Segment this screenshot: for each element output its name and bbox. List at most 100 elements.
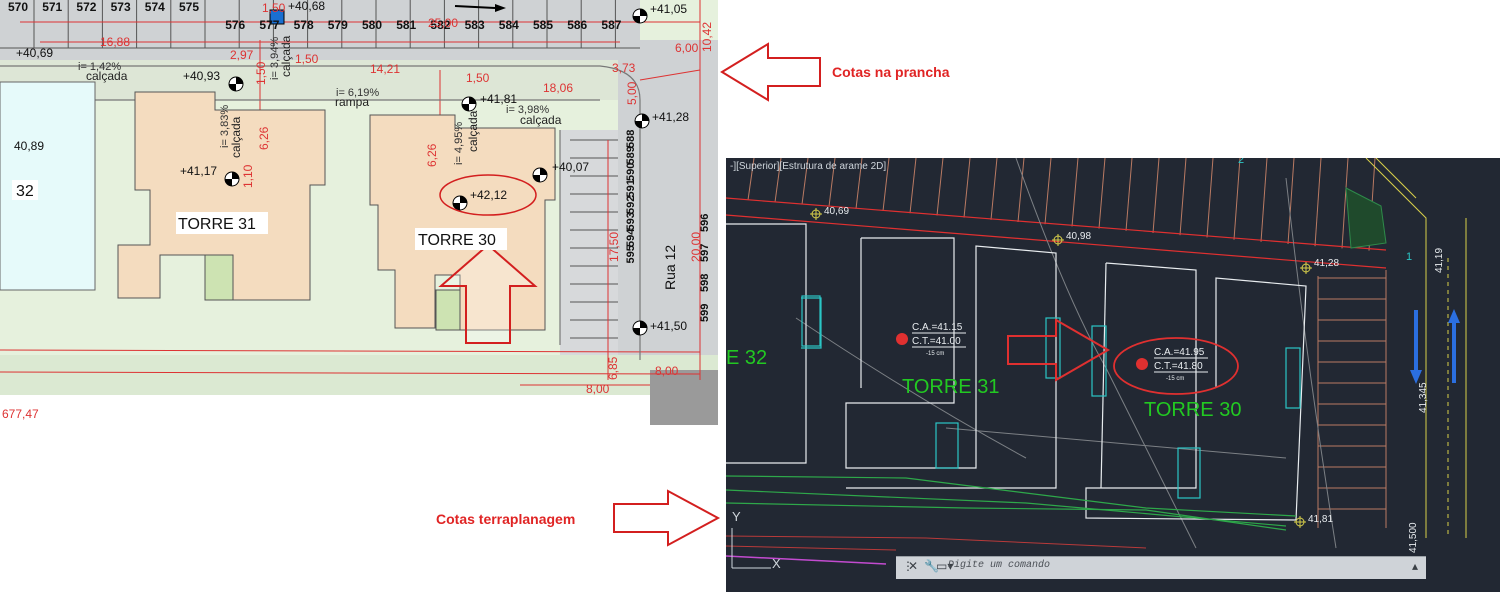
right-arrow-icon — [613, 489, 721, 547]
chevron-up-icon[interactable]: ▴ — [1412, 559, 1418, 573]
elevation-text: +42,12 — [470, 188, 507, 202]
elevation-text: +40,68 — [288, 0, 325, 13]
cad-elevation-text: 40,98 — [1066, 231, 1091, 242]
slope-text: i= 4,95% — [453, 122, 465, 165]
dim-text: 20,00 — [689, 232, 703, 262]
dim-text: 1,10 — [241, 164, 255, 188]
plan-sheet-view: 570 571 572 573 574 575 576 577 578 579 580 581 582 5… — [0, 0, 718, 425]
elevation-text: +41,50 — [650, 319, 687, 333]
torre30-offset: -15 cm — [1166, 376, 1184, 382]
torre31-ca: C.A.=41.15 — [912, 322, 963, 333]
cotas-prancha-label: Cotas na prancha — [832, 64, 950, 80]
close-icon[interactable]: ✕ — [908, 559, 918, 573]
cad-torre32-label: E 32 — [726, 347, 767, 369]
cad-torre-30 — [1085, 262, 1307, 521]
calcada-label: calçada — [466, 110, 480, 152]
lot-number: 580 — [362, 18, 382, 32]
lot-number: 591 — [625, 179, 637, 197]
lot-number: 595 — [625, 245, 637, 263]
torre-30-label: TORRE 30 — [418, 232, 496, 249]
lot-number: 585 — [533, 18, 553, 32]
lot-number: 573 — [111, 0, 131, 14]
torre-32-label: 32 — [16, 183, 34, 200]
lot-number: 581 — [396, 18, 416, 32]
ucs-icon — [731, 528, 771, 569]
lot-number: 598 — [699, 274, 711, 292]
dim-text: 6,85 — [606, 356, 620, 380]
dim-text: 6,00 — [675, 41, 699, 55]
lot-number: 588 — [625, 130, 637, 148]
lot-number: 572 — [76, 0, 96, 14]
lot-number: 577 — [259, 18, 279, 32]
dim-text: 16,88 — [100, 35, 130, 49]
dim-text: 2,97 — [230, 48, 254, 62]
calcada-label: calçada — [279, 35, 293, 77]
lot-number: 574 — [145, 0, 165, 14]
torre30-ca: C.A.=41.95 — [1154, 347, 1205, 358]
elevation-text: +40,69 — [16, 46, 53, 60]
torre30-ct: C.T.=41.80 — [1154, 361, 1203, 372]
cad-elevation-text: 41,345 — [1418, 382, 1429, 413]
left-arrow-icon — [720, 42, 821, 102]
cotas-terraplanagem-label: Cotas terraplanagem — [436, 511, 576, 527]
lot-number: 578 — [294, 18, 314, 32]
dim-text: 8,00 — [586, 382, 610, 396]
elevation-text: 677,47 — [2, 407, 39, 421]
rampa-label: rampa — [335, 95, 369, 109]
elevation-text: +41,17 — [180, 164, 217, 178]
lot-number: 579 — [328, 18, 348, 32]
cad-elevation-text: 41,19 — [1434, 248, 1445, 273]
dim-text: 14,21 — [370, 62, 400, 76]
lot-number: 587 — [601, 18, 621, 32]
lot-number: 584 — [499, 18, 519, 32]
dim-text: 10,42 — [700, 22, 714, 52]
dim-text: 25,00 — [428, 16, 458, 30]
cad-elevation-text: 41,28 — [1314, 258, 1339, 269]
elevation-text: +41,28 — [652, 110, 689, 124]
ucs-y-label: Y — [732, 509, 741, 524]
dim-text: 6,26 — [425, 143, 439, 167]
lot-number: 586 — [567, 18, 587, 32]
command-input[interactable]: Digite um comando — [948, 560, 1050, 571]
command-line-bar[interactable]: ⋮ ✕ 🔧 ▭▾ Digite um comando ▴ — [896, 556, 1426, 579]
lot-number: 589 — [625, 146, 637, 164]
dim-text: 8,00 — [655, 364, 679, 378]
cad-viewport[interactable]: -][Superior][Estrutura de arame 2D] 40,6… — [726, 158, 1500, 592]
lot-number: 583 — [465, 18, 485, 32]
cad-torre30-label: TORRE 30 — [1144, 399, 1241, 421]
viewport-title[interactable]: -][Superior][Estrutura de arame 2D] — [730, 161, 886, 172]
dim-text: 18,06 — [543, 81, 573, 95]
cad-road-number: 2 — [1238, 158, 1244, 166]
lot-number: 592 — [625, 196, 637, 214]
lot-number: 576 — [225, 18, 245, 32]
dim-text: 5,00 — [625, 81, 639, 105]
cad-elevation-text: 41,500 — [1408, 522, 1419, 553]
ucs-x-label: X — [772, 556, 781, 571]
lot-number: 570 — [8, 0, 28, 14]
street-label: Rua 12 — [662, 245, 678, 290]
dim-text: 17,50 — [607, 232, 621, 262]
elevation-text: 40,89 — [14, 139, 44, 153]
torre31-ct: C.T.=41.00 — [912, 336, 961, 347]
cad-drawing: 40,69 40,98 41,28 41,81 41,19 41,345 41,… — [726, 158, 1467, 571]
lot-number: 575 — [179, 0, 199, 14]
elevation-text: +41,05 — [650, 2, 687, 16]
dim-text: 6,26 — [257, 126, 271, 150]
torre31-offset: -15 cm — [926, 351, 944, 357]
elevation-text: +41,81 — [480, 92, 517, 106]
dim-text: 1,50 — [254, 61, 268, 85]
elevation-text: +40,07 — [552, 160, 589, 174]
cad-right-arrow-icon — [1007, 318, 1111, 382]
cad-elevation-text: 41,81 — [1308, 514, 1333, 525]
torre-31-label: TORRE 31 — [178, 216, 256, 233]
calcada-label: calçada — [86, 69, 128, 83]
cad-road-number: 1 — [1406, 251, 1412, 263]
dim-text: 1,50 — [295, 52, 319, 66]
lot-number: 599 — [699, 304, 711, 322]
plan-drawing: 570 571 572 573 574 575576 577 578 579 580 581 582 5… — [0, 0, 718, 425]
cad-torre31-label: TORRE 31 — [902, 376, 999, 398]
calcada-label: calçada — [520, 113, 562, 127]
lot-number: 590 — [625, 163, 637, 181]
lot-number: 593 — [625, 212, 637, 230]
dim-text: 1,50 — [466, 71, 490, 85]
